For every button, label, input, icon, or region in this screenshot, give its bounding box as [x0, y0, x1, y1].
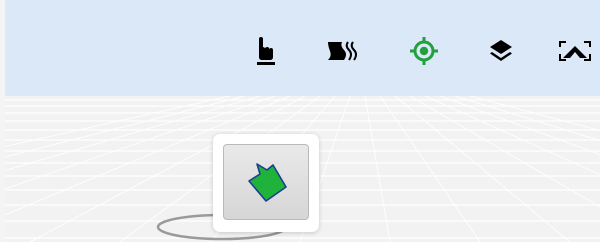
landscape-view-icon: [559, 41, 591, 61]
left-edge-strip: [0, 0, 5, 242]
terrain-tool-button[interactable]: [325, 31, 361, 71]
pointer-tool-button[interactable]: [247, 31, 283, 71]
locate-target-icon: [410, 37, 438, 65]
locate-tool-button[interactable]: [406, 31, 442, 71]
hand-pointer-icon: [257, 37, 275, 65]
terrain-icon: [328, 41, 357, 61]
landscape-view-tool-button[interactable]: [557, 31, 593, 71]
polygon-shape-icon: [248, 163, 287, 202]
layers-icon: [490, 40, 512, 61]
toolbar: [0, 0, 600, 96]
layers-tool-button[interactable]: [483, 31, 519, 71]
shape-picker-popup: [213, 134, 319, 232]
polygon-shape-button[interactable]: [223, 144, 309, 220]
map-app: [0, 0, 600, 242]
